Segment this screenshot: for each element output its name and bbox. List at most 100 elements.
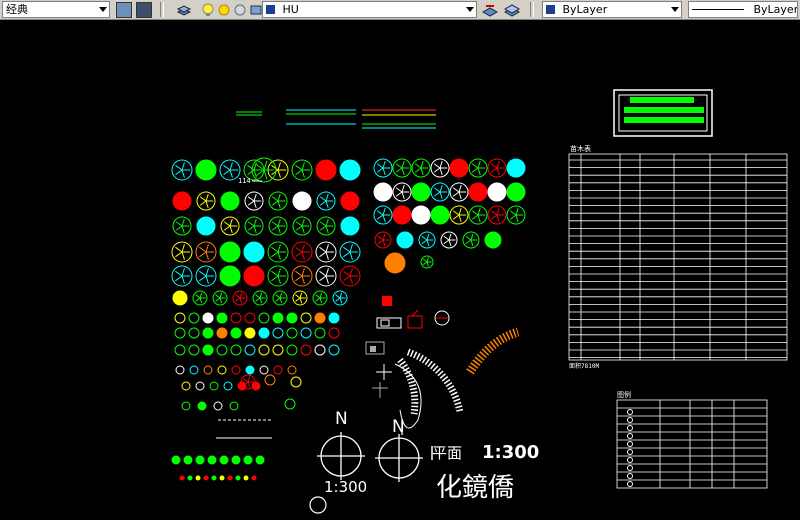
tree-symbol [373, 182, 393, 202]
tree-symbol [188, 344, 200, 356]
tree-symbol [179, 475, 185, 481]
tree-symbol [314, 312, 326, 324]
color-combo[interactable]: ByLayer [542, 1, 682, 18]
tree-symbol [203, 475, 209, 481]
tree-symbol [202, 327, 214, 339]
tree-symbol [207, 455, 217, 465]
tree-symbol [174, 327, 186, 339]
lock-icon[interactable] [232, 2, 248, 18]
toolbar-separator [160, 2, 164, 17]
tree-symbol [339, 159, 361, 181]
layer-color-swatch [266, 5, 275, 14]
north-label-right: N [392, 417, 405, 437]
tree-symbol [195, 455, 205, 465]
tree-symbol [219, 265, 241, 287]
north-arrow-left [317, 432, 365, 480]
title-chars: 化鏡僑 [436, 473, 514, 503]
tree-symbol [286, 344, 298, 356]
tree-symbol [487, 182, 507, 202]
customize-icon[interactable] [136, 2, 152, 18]
tree-symbol [244, 312, 256, 324]
chevron-down-icon [671, 7, 679, 12]
tree-symbol [220, 191, 240, 211]
lightbulb-icon[interactable] [200, 2, 216, 18]
drawing-canvas[interactable]: 苗木表 面积7810M 图例 N N 1:300 平面 1:300 化鏡僑 11… [0, 20, 800, 516]
legend-symbol [627, 473, 633, 479]
legend-title: 图例 [617, 390, 631, 399]
plant-schedule-table [568, 153, 788, 361]
layer-manager-icon[interactable] [176, 2, 192, 18]
tree-symbol [211, 475, 217, 481]
make-current-layer-icon[interactable] [481, 2, 499, 18]
tree-symbol [217, 365, 227, 375]
scale-circle [309, 496, 327, 514]
tree-symbol [315, 159, 337, 181]
tree-symbol [300, 312, 312, 324]
tree-symbol [272, 312, 284, 324]
legend-symbol [627, 481, 633, 487]
legend-symbol [627, 441, 633, 447]
legend-symbol [627, 409, 633, 415]
tree-symbol [272, 327, 284, 339]
tree-symbol [196, 216, 216, 236]
tree-symbol [189, 365, 199, 375]
tree-symbol [244, 327, 256, 339]
tree-symbol [340, 216, 360, 236]
tree-symbol [290, 376, 302, 388]
tree-symbol [287, 365, 297, 375]
tree-symbol [229, 401, 239, 411]
tree-symbol [172, 290, 188, 306]
tree-symbol [216, 344, 228, 356]
curved-bench-orange [466, 327, 520, 375]
tree-symbol [231, 365, 241, 375]
tree-symbol [231, 455, 241, 465]
tree-symbol [328, 312, 340, 324]
workspace-settings-icon[interactable] [116, 2, 132, 18]
tree-symbol [411, 182, 431, 202]
tree-symbol [258, 344, 270, 356]
tree-symbol [230, 344, 242, 356]
title-strips [236, 109, 436, 129]
tree-symbol [230, 327, 242, 339]
legend-symbol [627, 465, 633, 471]
workspace-combo[interactable]: 经典 [2, 1, 110, 18]
tree-symbol [273, 365, 283, 375]
sun-icon[interactable] [216, 2, 232, 18]
tree-symbol [188, 312, 200, 324]
layer-combo[interactable]: HU [262, 1, 477, 18]
tree-symbol [202, 312, 214, 324]
legend-symbol [627, 425, 633, 431]
site-furniture [365, 296, 450, 398]
symbol-tag-label: 114 [238, 177, 251, 185]
plan-label: 平面 [432, 444, 462, 462]
tree-symbol [202, 344, 214, 356]
tree-symbol [484, 231, 502, 249]
tree-symbol [219, 241, 241, 263]
tree-symbol [174, 312, 186, 324]
tree-symbol [286, 327, 298, 339]
linetype-combo[interactable]: ByLayer [688, 1, 798, 18]
tree-symbol [243, 265, 265, 287]
legend-table [616, 399, 768, 489]
tree-symbol [468, 182, 488, 202]
layer-previous-icon[interactable] [503, 2, 521, 18]
plant-table-title: 苗木表 [570, 144, 591, 153]
tree-symbol [216, 312, 228, 324]
tree-symbol [255, 455, 265, 465]
legend-symbol [627, 457, 633, 463]
tree-symbol [251, 475, 257, 481]
tree-symbol [175, 365, 185, 375]
tree-symbol [181, 401, 191, 411]
title-block [613, 89, 713, 137]
tree-symbol [244, 344, 256, 356]
tree-symbol [272, 344, 284, 356]
tree-symbol [172, 191, 192, 211]
tree-symbol [396, 231, 414, 249]
tree-symbol [340, 191, 360, 211]
tree-symbol [219, 455, 229, 465]
tree-symbol [300, 344, 312, 356]
north-label-left: N [335, 409, 348, 429]
properties-toolbar: 经典 HU ByLayer ByLayer [0, 0, 800, 20]
tree-symbol [314, 327, 326, 339]
legend-symbol [627, 417, 633, 423]
